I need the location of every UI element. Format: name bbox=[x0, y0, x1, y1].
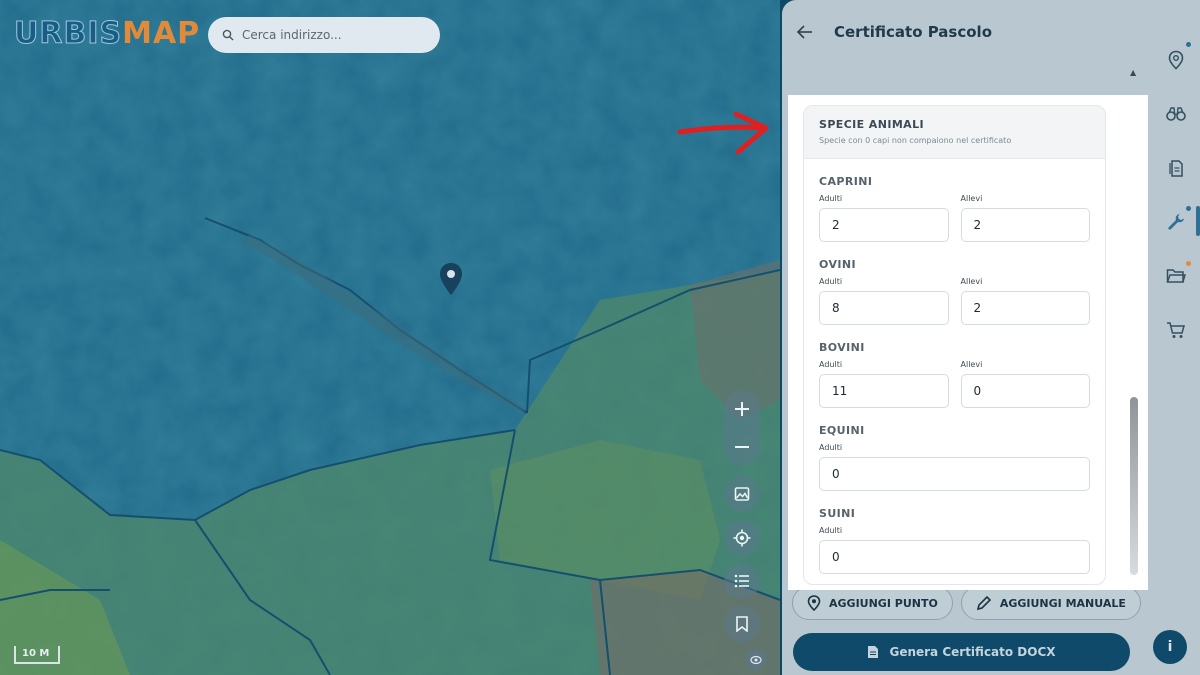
search-bar[interactable] bbox=[208, 17, 440, 53]
cart-icon bbox=[1167, 322, 1185, 338]
field-label: Adulti bbox=[819, 194, 843, 203]
species-name: EQUINI bbox=[819, 424, 865, 437]
location-marker-icon[interactable] bbox=[439, 262, 463, 296]
urbismap-logo[interactable]: URBISMAP bbox=[13, 16, 201, 52]
generate-docx-label: Genera Certificato DOCX bbox=[889, 645, 1056, 659]
document-icon bbox=[868, 646, 879, 658]
card-subtitle: Specie con 0 capi non compaiono nel cert… bbox=[819, 136, 1012, 145]
search-icon bbox=[222, 29, 234, 41]
eye-icon bbox=[750, 655, 762, 665]
map-scale: 10 M bbox=[14, 646, 60, 664]
map-terrain bbox=[0, 0, 780, 675]
bovini-adulti-input[interactable] bbox=[819, 374, 949, 408]
logo-text-map: MAP bbox=[122, 16, 201, 51]
species-name: CAPRINI bbox=[819, 175, 873, 188]
species-highlight: SPECIE ANIMALI Specie con 0 capi non com… bbox=[788, 95, 1148, 590]
zoom-in-button[interactable] bbox=[724, 390, 760, 428]
field-label: Allevi bbox=[960, 277, 983, 286]
panel-scrollbar[interactable] bbox=[1130, 397, 1138, 575]
location-pin-icon bbox=[1168, 50, 1184, 70]
caprini-allevi-input[interactable] bbox=[960, 208, 1090, 242]
add-point-label: AGGIUNGI PUNTO bbox=[829, 596, 938, 610]
ovini-adulti-input[interactable] bbox=[819, 291, 949, 325]
field-label: Adulti bbox=[819, 360, 843, 369]
active-indicator bbox=[1196, 206, 1200, 236]
bookmark-icon bbox=[736, 616, 748, 632]
map-view[interactable]: URBISMAP 10 M bbox=[0, 0, 780, 675]
caprini-adulti-input[interactable] bbox=[819, 208, 949, 242]
sidebar-item-explore[interactable] bbox=[1160, 98, 1192, 130]
notification-dot bbox=[1186, 206, 1191, 211]
field-label: Adulti bbox=[819, 277, 843, 286]
field-label: Allevi bbox=[960, 194, 983, 203]
locate-button[interactable] bbox=[724, 520, 760, 556]
documents-icon bbox=[1169, 160, 1183, 177]
image-icon bbox=[734, 487, 750, 501]
species-card: SPECIE ANIMALI Specie con 0 capi non com… bbox=[803, 105, 1106, 585]
binoculars-icon bbox=[1166, 107, 1186, 121]
layers-list-button[interactable] bbox=[724, 563, 760, 599]
map-pin-icon bbox=[807, 595, 821, 611]
ovini-allevi-input[interactable] bbox=[960, 291, 1090, 325]
bovini-allevi-input[interactable] bbox=[960, 374, 1090, 408]
sidebar-item-cart[interactable] bbox=[1160, 314, 1192, 346]
field-label: Allevi bbox=[960, 360, 983, 369]
panel-title: Certificato Pascolo bbox=[834, 23, 993, 41]
red-arrow-icon bbox=[677, 111, 769, 155]
scroll-up-arrow-icon[interactable]: ▲ bbox=[1130, 68, 1136, 77]
notification-dot bbox=[1186, 261, 1191, 266]
action-buttons: AGGIUNGI PUNTO AGGIUNGI MANUALE bbox=[792, 586, 1141, 620]
pencil-icon bbox=[976, 595, 991, 611]
sidebar-item-documents[interactable] bbox=[1160, 152, 1192, 184]
sidebar-item-location[interactable] bbox=[1160, 44, 1192, 76]
list-icon bbox=[734, 574, 749, 588]
locate-icon bbox=[733, 529, 751, 547]
search-input[interactable] bbox=[242, 28, 422, 42]
equini-adulti-input[interactable] bbox=[819, 457, 1090, 491]
minus-icon bbox=[735, 446, 749, 448]
add-manual-label: AGGIUNGI MANUALE bbox=[999, 596, 1126, 610]
species-list: CAPRINI Adulti Allevi OVINI Adulti Allev… bbox=[804, 175, 1105, 574]
generate-docx-button[interactable]: Genera Certificato DOCX bbox=[793, 633, 1130, 671]
field-label: Adulti bbox=[819, 526, 843, 535]
add-point-button[interactable]: AGGIUNGI PUNTO bbox=[792, 586, 953, 620]
bookmark-button[interactable] bbox=[724, 606, 760, 642]
zoom-controls bbox=[724, 390, 760, 466]
right-sidebar bbox=[1152, 0, 1200, 675]
info-button[interactable]: i bbox=[1153, 630, 1187, 664]
card-title: SPECIE ANIMALI bbox=[819, 118, 924, 131]
arrow-left-icon[interactable] bbox=[796, 23, 814, 41]
panel-header: Certificato Pascolo bbox=[782, 0, 1152, 64]
species-name: OVINI bbox=[819, 258, 856, 271]
card-header: SPECIE ANIMALI Specie con 0 capi non com… bbox=[804, 106, 1105, 159]
folder-icon bbox=[1166, 269, 1186, 283]
zoom-out-button[interactable] bbox=[724, 428, 760, 466]
species-name: BOVINI bbox=[819, 341, 865, 354]
add-manual-button[interactable]: AGGIUNGI MANUALE bbox=[960, 586, 1141, 620]
basemap-button[interactable] bbox=[724, 476, 760, 512]
field-label: Adulti bbox=[819, 443, 843, 452]
notification-dot bbox=[1186, 42, 1191, 47]
plus-icon bbox=[735, 402, 749, 416]
logo-text-urbis: URBIS bbox=[13, 16, 123, 52]
suini-adulti-input[interactable] bbox=[819, 540, 1090, 574]
visibility-button[interactable] bbox=[746, 650, 766, 670]
wrench-icon bbox=[1168, 214, 1184, 230]
species-name: SUINI bbox=[819, 507, 856, 520]
